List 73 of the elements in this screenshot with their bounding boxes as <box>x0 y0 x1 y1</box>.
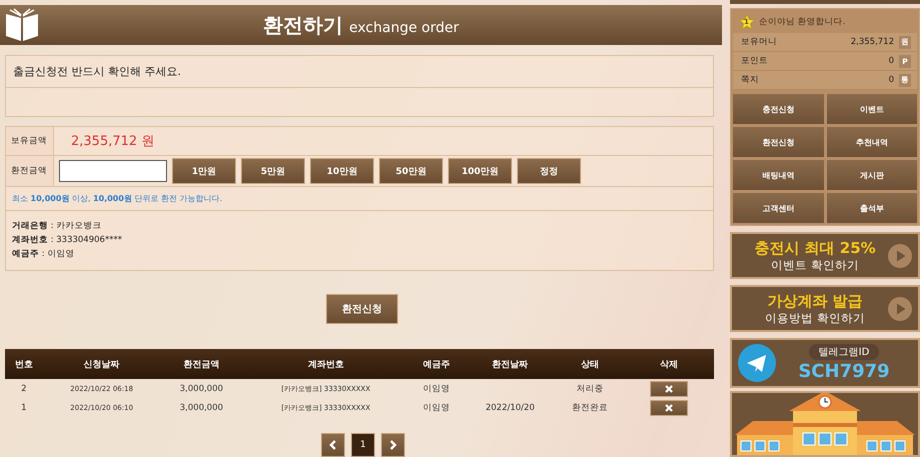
telegram-id: SCH7979 <box>798 361 890 382</box>
delete-button[interactable] <box>650 380 688 396</box>
stat-label: 쪽지 <box>741 74 760 86</box>
banner-subtitle: 이벤트 확인하기 <box>770 258 860 272</box>
telegram-banner[interactable]: 텔레그램ID SCH7979 <box>730 338 920 388</box>
amount-button[interactable]: 50만원 <box>379 158 443 184</box>
delete-button[interactable] <box>650 400 688 416</box>
amount-button[interactable]: 1만원 <box>172 158 236 184</box>
close-icon <box>665 384 673 392</box>
menu-button[interactable]: 환전신청 <box>733 127 824 157</box>
exchange-request-button[interactable]: 환전신청 <box>326 294 398 324</box>
welcome-text: 순이야님 환영합니다. <box>759 16 846 28</box>
stat-label: 포인트 <box>741 55 769 67</box>
amount-button[interactable]: 100만원 <box>448 158 512 184</box>
play-icon <box>888 244 912 268</box>
table-cell: 이임영 <box>409 379 464 398</box>
column-header: 상태 <box>556 349 624 379</box>
column-header: 계좌번호 <box>242 349 410 379</box>
table-cell-text: 환전완료 <box>571 402 610 414</box>
bank-info-text: 예금주 : 이임영 <box>12 248 76 260</box>
menu-button[interactable]: 게시판 <box>826 160 917 190</box>
column-header: 신청날짜 <box>42 349 161 379</box>
close-icon <box>665 404 673 412</box>
column-header: 환전날짜 <box>464 349 556 379</box>
paper-plane-icon <box>738 344 776 382</box>
field-label: 보유금액 <box>6 127 54 155</box>
table-cell: 3,000,000 <box>160 379 242 398</box>
field-label: 환전금액 <box>6 156 54 186</box>
menu-button[interactable]: 이벤트 <box>826 94 917 124</box>
column-header: 번호 <box>5 349 43 379</box>
open-book-icon <box>4 8 40 42</box>
stat-value: 2,355,712 <box>850 37 894 47</box>
balance-amount: 2,355,712 원 <box>70 133 154 150</box>
amount-button[interactable]: 5만원 <box>241 158 305 184</box>
banner-title: 충전시 최대 25% <box>753 238 877 258</box>
next-page-button[interactable] <box>381 433 405 457</box>
column-header: 삭제 <box>624 349 714 379</box>
chevron-left-icon <box>329 440 337 450</box>
page-title: 환전하기 <box>263 12 344 38</box>
play-icon <box>888 296 912 320</box>
stat-value: 0 <box>888 75 894 85</box>
amount-input-field[interactable] <box>59 160 167 182</box>
menu-button[interactable]: 출석부 <box>826 193 917 223</box>
table-cell: 처리중 <box>556 379 624 398</box>
table-cell-text: 2022/10/20 <box>484 402 536 414</box>
menu-button[interactable]: 고객센터 <box>733 193 824 223</box>
table-cell-text: 1 <box>20 402 28 414</box>
previous-page-button[interactable] <box>321 433 345 457</box>
banner-subtitle: 이용방법 확인하기 <box>764 310 866 326</box>
menu-button[interactable]: 배팅내역 <box>733 160 824 190</box>
amount-button[interactable]: 10만원 <box>310 158 374 184</box>
bank-info-text: 거래은행 : 카카오뱅크 <box>12 220 102 232</box>
bank-info-text: 계좌번호 : 333304906**** <box>12 234 123 246</box>
chevron-right-icon <box>389 440 397 450</box>
stat-value: 0 <box>888 56 894 66</box>
table-cell-text: 3,000,000 <box>178 402 224 414</box>
table-cell: 2 <box>5 379 43 398</box>
page-subtitle: exchange order <box>349 20 459 36</box>
menu-button[interactable]: 충전신청 <box>733 94 824 124</box>
star-icon <box>739 14 755 30</box>
promo-banner[interactable]: 가상계좌 발급 이용방법 확인하기 <box>730 285 920 332</box>
telegram-label: 텔레그램ID <box>808 344 880 360</box>
table-cell-text: 이임영 <box>422 402 452 414</box>
banner-title: 가상계좌 발급 <box>766 292 864 311</box>
promo-banner[interactable]: 충전시 최대 25% 이벤트 확인하기 <box>730 232 920 279</box>
exchange-hint-text: 최소 10,000원 이상, 10,000원 단위로 환전 가능합니다. <box>6 187 713 211</box>
amount-button[interactable]: 정정 <box>517 158 581 184</box>
stat-label: 보유머니 <box>741 36 778 48</box>
notice-text: 출금신청전 반드시 확인해 주세요. <box>6 56 713 88</box>
column-header: 예금주 <box>409 349 464 379</box>
menu-button[interactable]: 추천내역 <box>826 127 917 157</box>
column-header: 환전금액 <box>160 349 242 379</box>
page-button[interactable]: 1 <box>351 433 375 457</box>
